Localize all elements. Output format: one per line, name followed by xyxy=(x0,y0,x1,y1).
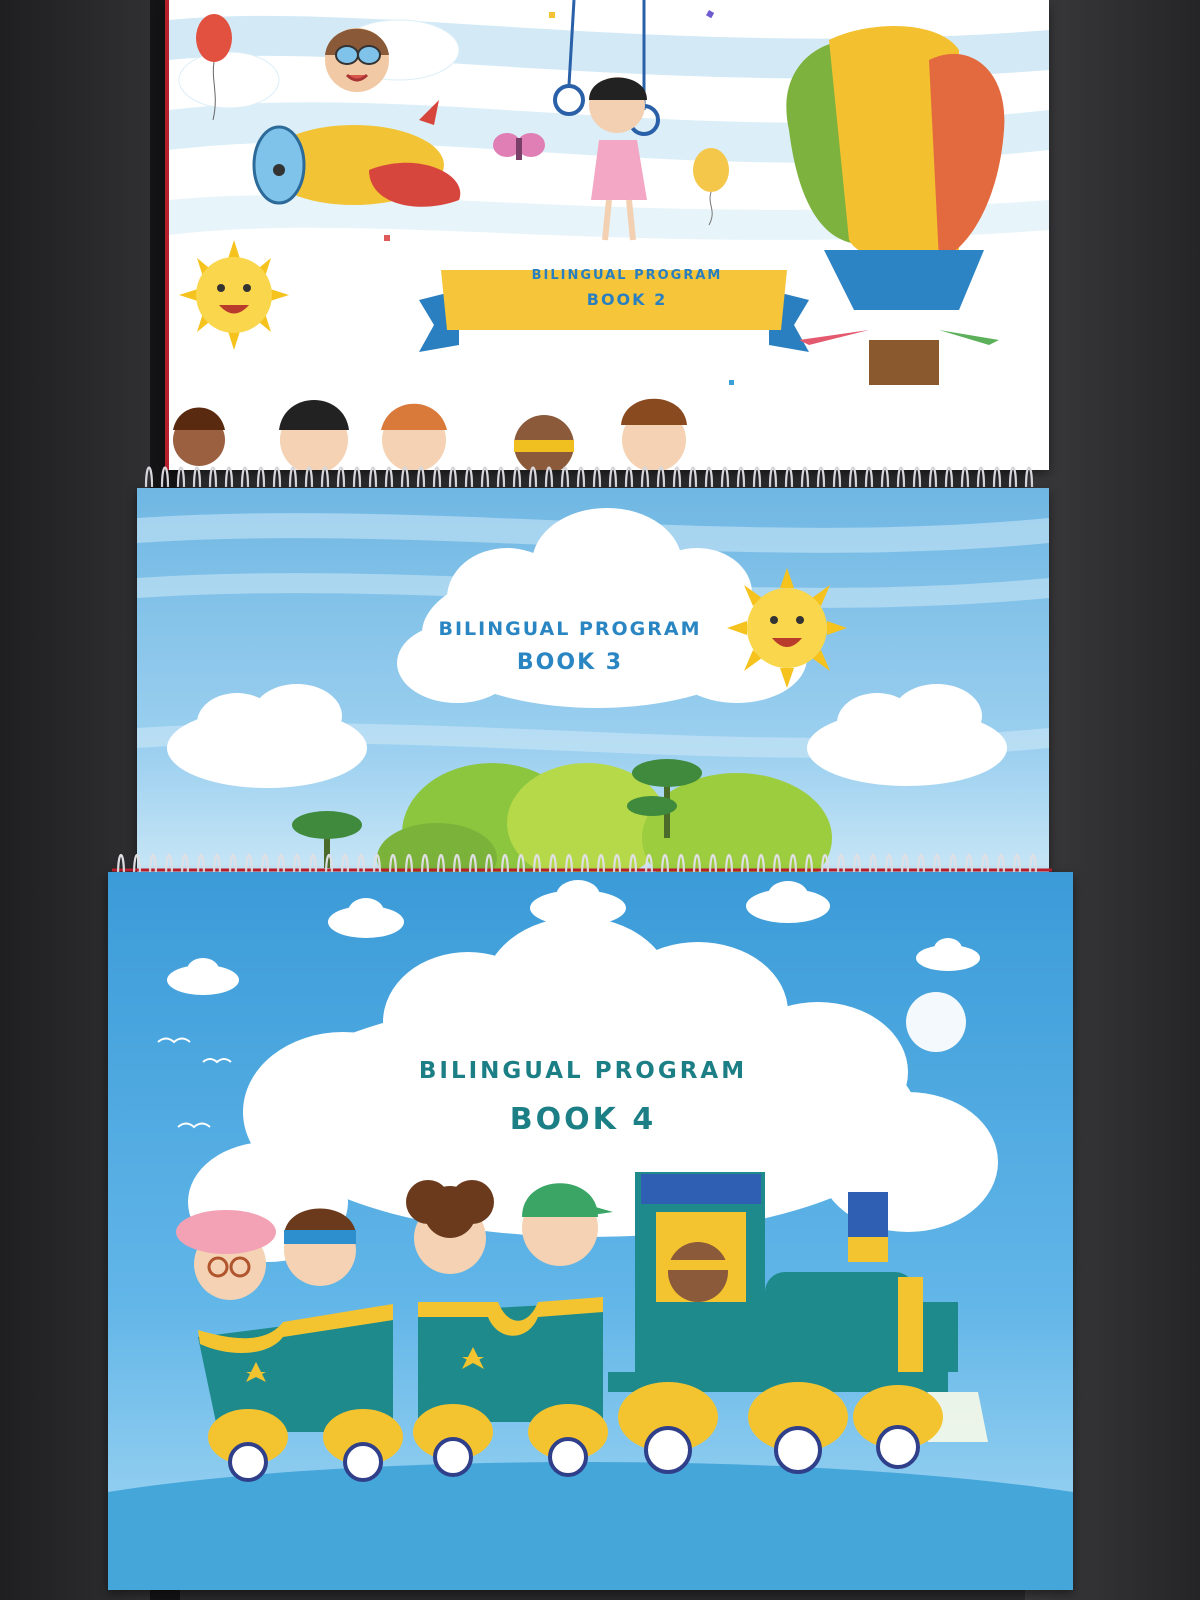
hot-air-balloon-icon xyxy=(786,26,1005,385)
book-4-series-title: Bilingual Program xyxy=(418,1058,748,1084)
book-2-cover[interactable]: Bilingual Program Book 2 xyxy=(165,0,1049,470)
book-4-illustration xyxy=(108,880,1073,1590)
sun-icon xyxy=(727,568,847,688)
book-4-cover[interactable]: Bilingual Program Book 4 xyxy=(108,872,1073,1590)
book-3-number: Book 3 xyxy=(516,650,624,675)
photo-scene: Bilingual Program Book 2 xyxy=(0,0,1200,1600)
cloud-icon xyxy=(167,684,367,788)
book-2-series-title: Bilingual Program xyxy=(531,268,723,283)
cloud-icon xyxy=(807,684,1007,786)
book-4-number: Book 4 xyxy=(509,1102,657,1137)
moon-icon xyxy=(906,992,966,1052)
sun-icon xyxy=(179,240,289,350)
spiral-binding-icon xyxy=(140,455,1040,491)
book-2-number: Book 2 xyxy=(586,290,668,309)
book-3-cover[interactable]: Bilingual Program Book 3 xyxy=(137,488,1049,873)
book-2-illustration xyxy=(169,0,1049,470)
book-3-series-title: Bilingual Program xyxy=(438,618,702,640)
bird-icon xyxy=(157,1037,232,1129)
book-3-illustration xyxy=(137,508,1049,873)
